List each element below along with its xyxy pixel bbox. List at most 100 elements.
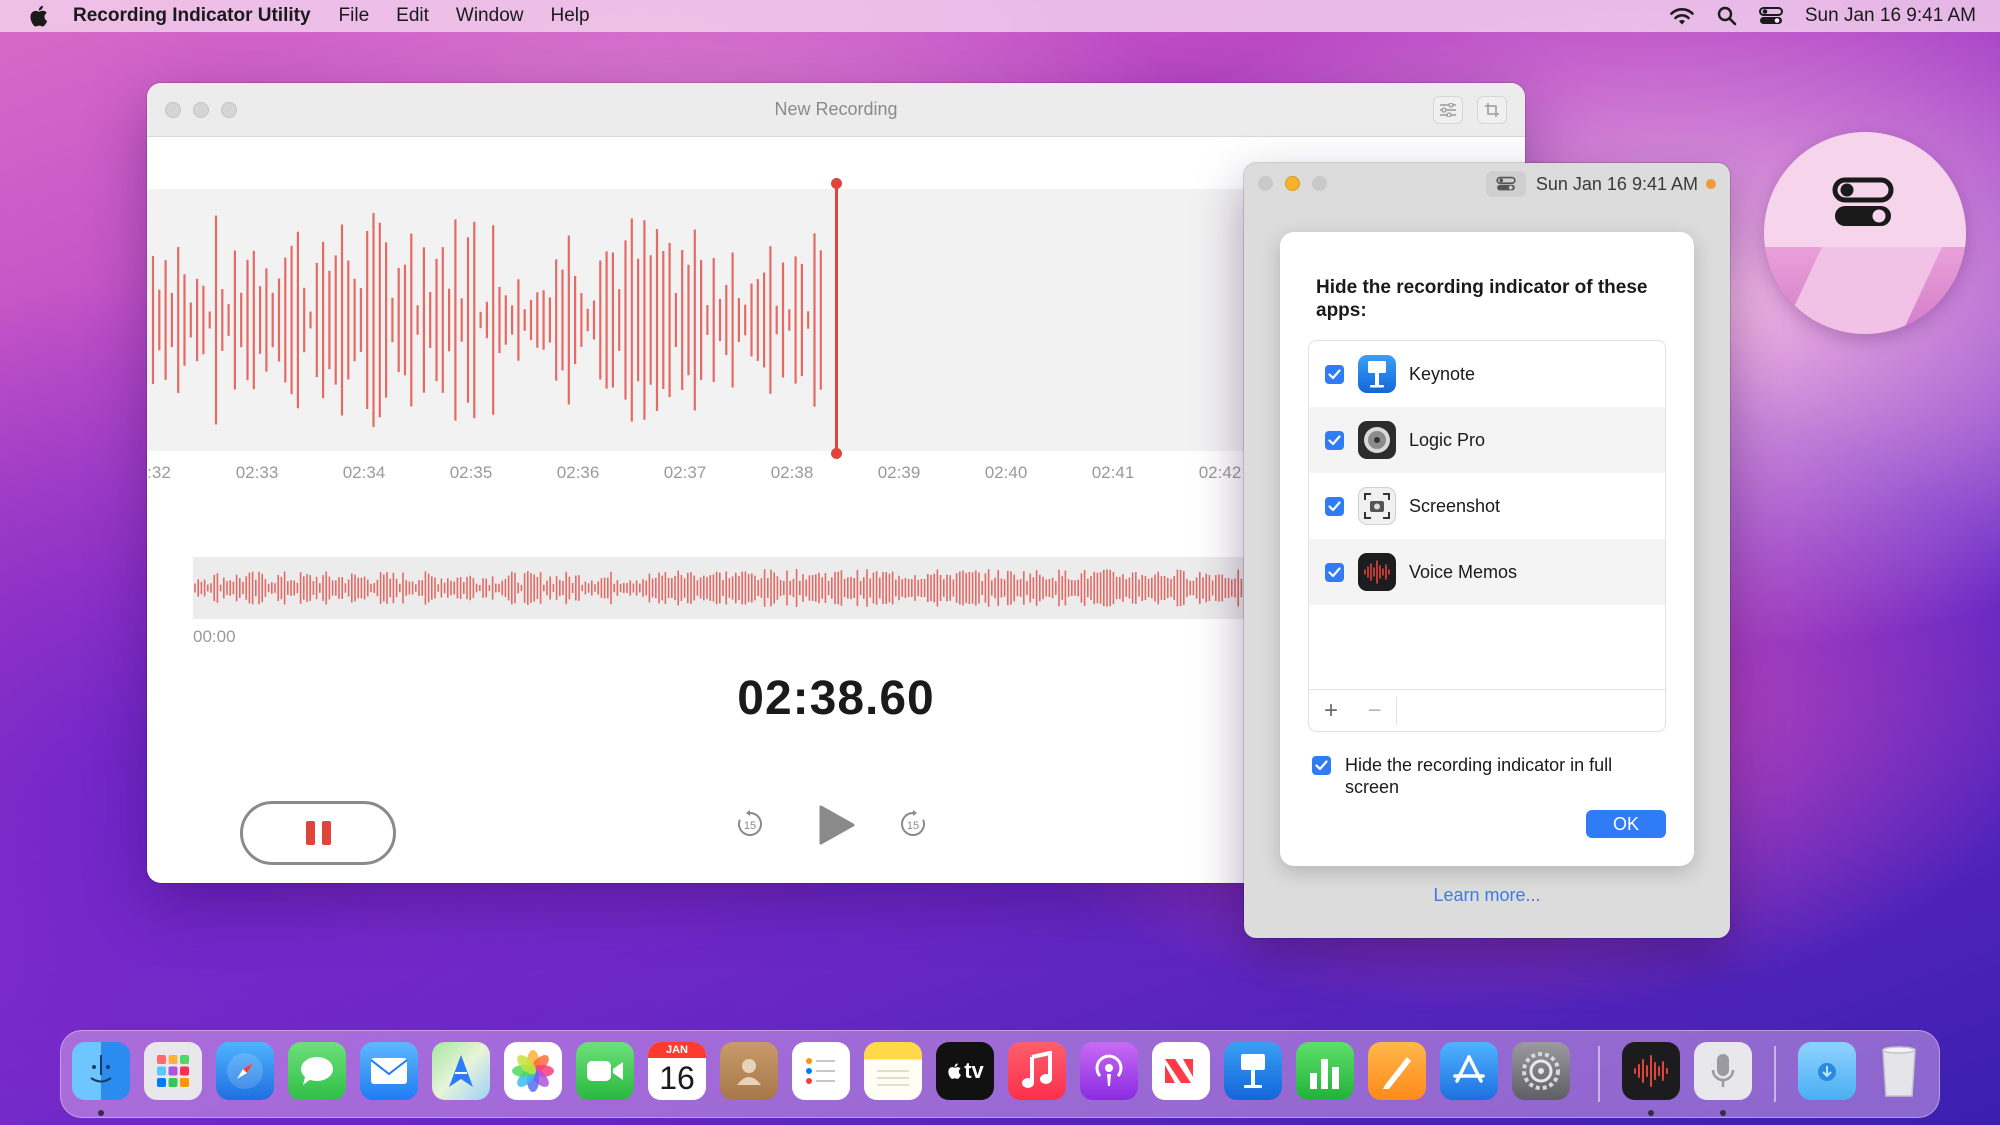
fullscreen-label: Hide the recording indicator in full scr… — [1345, 755, 1613, 797]
settings-sheet: Hide the recording indicator of these ap… — [1280, 232, 1694, 866]
menu-help[interactable]: Help — [550, 5, 589, 27]
overview-start-time: 00:00 — [193, 627, 236, 646]
waveform-detail[interactable] — [147, 189, 1247, 451]
skip-forward-15-icon: 15 — [901, 810, 925, 836]
messages-icon[interactable] — [288, 1042, 346, 1100]
checkmark-icon — [1328, 566, 1341, 577]
calendar-icon[interactable]: JAN 16 — [648, 1042, 706, 1100]
voice-memos-checkbox[interactable] — [1325, 562, 1344, 582]
hidden-apps-list: Keynote Logic Pro Screenshot Voice Memos… — [1308, 340, 1666, 732]
checkmark-icon — [1315, 760, 1328, 771]
menu-file[interactable]: File — [339, 5, 370, 27]
fullscreen-checkbox[interactable] — [1312, 756, 1331, 775]
wifi-icon[interactable] — [1669, 6, 1695, 26]
screenshot-checkbox[interactable] — [1325, 496, 1344, 516]
reminders-icon[interactable] — [792, 1042, 850, 1100]
list-item[interactable]: Logic Pro — [1309, 407, 1665, 473]
running-indicator — [98, 1110, 104, 1116]
skip-back-15-icon: 15 — [738, 810, 762, 836]
list-item[interactable]: Voice Memos — [1309, 539, 1665, 605]
numbers-icon[interactable] — [1296, 1042, 1354, 1100]
play-button[interactable] — [817, 805, 855, 850]
minimize-button[interactable] — [193, 102, 209, 118]
window-title: New Recording — [774, 99, 898, 119]
spotlight-search-icon[interactable] — [1717, 6, 1737, 26]
tick-label: 02:34 — [342, 463, 386, 482]
list-toolbar: + − — [1309, 689, 1665, 731]
list-item[interactable]: Screenshot — [1309, 473, 1665, 539]
fullscreen-option[interactable]: Hide the recording indicator in full scr… — [1312, 754, 1652, 798]
trash-icon[interactable] — [1870, 1042, 1928, 1100]
recording-indicator-utility-window: Sun Jan 16 9:41 AM Hide the recording in… — [1244, 163, 1730, 938]
notes-icon[interactable] — [864, 1042, 922, 1100]
control-center-icon[interactable] — [1758, 6, 1783, 26]
apple-menu-icon[interactable] — [27, 4, 49, 28]
skip-back-button[interactable]: 15 — [735, 809, 765, 844]
utility-minimize-button[interactable] — [1285, 176, 1300, 191]
recording-indicator-dot — [1706, 179, 1716, 189]
learn-more-link[interactable]: Learn more... — [1244, 885, 1730, 906]
menu-window[interactable]: Window — [456, 5, 524, 27]
photos-icon[interactable] — [504, 1042, 562, 1100]
maps-icon[interactable] — [432, 1042, 490, 1100]
checkmark-icon — [1328, 368, 1341, 379]
finder-icon[interactable] — [72, 1042, 130, 1100]
app-name: Voice Memos — [1409, 561, 1518, 582]
menu-bar-clock[interactable]: Sun Jan 16 9:41 AM — [1805, 5, 1976, 27]
remove-app-button[interactable]: − — [1353, 696, 1397, 725]
facetime-icon[interactable] — [576, 1042, 634, 1100]
podcasts-icon[interactable] — [1080, 1042, 1138, 1100]
zoom-button[interactable] — [221, 102, 237, 118]
utility-close-button[interactable] — [1258, 176, 1273, 191]
app-name: Keynote — [1409, 363, 1476, 384]
tick-label: 02:41 — [1091, 463, 1135, 482]
pause-icon-bar — [305, 821, 315, 845]
keynote-icon[interactable] — [1224, 1042, 1282, 1100]
menu-app-name[interactable]: Recording Indicator Utility — [73, 5, 311, 27]
music-icon[interactable] — [1008, 1042, 1066, 1100]
crop-icon — [1485, 103, 1499, 117]
pages-icon[interactable] — [1368, 1042, 1426, 1100]
play-icon — [819, 805, 855, 845]
dictation-icon[interactable] — [1694, 1042, 1752, 1100]
safari-icon[interactable] — [216, 1042, 274, 1100]
control-center-button[interactable] — [1485, 171, 1526, 197]
sliders-icon — [1440, 103, 1456, 117]
dock-separator — [1774, 1046, 1776, 1102]
control-center-icon — [1832, 177, 1894, 226]
list-item[interactable]: Keynote — [1309, 341, 1665, 407]
logic-pro-checkbox[interactable] — [1325, 430, 1344, 450]
utility-zoom-button[interactable] — [1312, 176, 1327, 191]
apple-tv-icon[interactable]: tv — [936, 1042, 994, 1100]
app-store-icon[interactable] — [1440, 1042, 1498, 1100]
launchpad-icon[interactable] — [144, 1042, 202, 1100]
calendar-month: JAN — [648, 1042, 706, 1058]
calendar-day: 16 — [659, 1060, 695, 1096]
settings-button[interactable] — [1433, 96, 1463, 124]
pause-recording-button[interactable] — [240, 801, 396, 865]
screenshot-icon — [1358, 487, 1396, 525]
add-app-button[interactable]: + — [1309, 697, 1353, 725]
menu-edit[interactable]: Edit — [396, 5, 429, 27]
app-name: Screenshot — [1409, 495, 1501, 516]
tick-label: 02:42 — [1198, 463, 1242, 482]
system-preferences-icon[interactable] — [1512, 1042, 1570, 1100]
running-indicator — [1648, 1110, 1654, 1116]
ok-button[interactable]: OK — [1586, 810, 1666, 838]
trim-button[interactable] — [1477, 96, 1507, 124]
utility-titlebar: Sun Jan 16 9:41 AM — [1244, 163, 1730, 203]
skip-forward-button[interactable]: 15 — [898, 809, 928, 844]
skip-forward-label: 15 — [907, 820, 919, 832]
close-button[interactable] — [165, 102, 181, 118]
mail-icon[interactable] — [360, 1042, 418, 1100]
contacts-icon[interactable] — [720, 1042, 778, 1100]
tick-label: 02:37 — [663, 463, 707, 482]
voice-memos-icon[interactable] — [1622, 1042, 1680, 1100]
downloads-folder-icon[interactable] — [1798, 1042, 1856, 1100]
playhead[interactable] — [831, 178, 842, 459]
voice-memos-icon — [1358, 553, 1396, 591]
keynote-checkbox[interactable] — [1325, 364, 1344, 384]
news-icon[interactable] — [1152, 1042, 1210, 1100]
utility-clock: Sun Jan 16 9:41 AM — [1535, 173, 1698, 194]
keynote-icon — [1358, 355, 1396, 393]
